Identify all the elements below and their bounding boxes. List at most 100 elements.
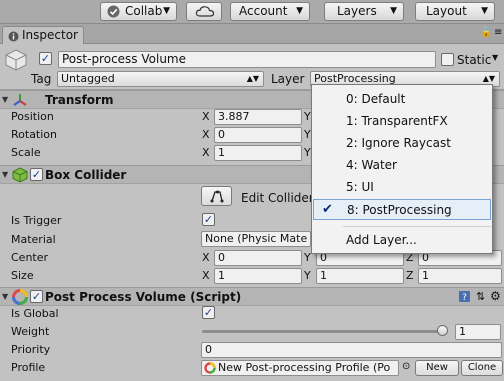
color-wheel-icon — [12, 289, 28, 308]
static-label: Static — [457, 53, 492, 67]
center-x-field[interactable]: 0 — [214, 250, 302, 266]
z-axis-label: Z — [406, 269, 414, 282]
lock-icon[interactable]: 🔒 — [480, 27, 492, 38]
active-checkbox[interactable]: ✓ — [39, 52, 52, 65]
layer-menu-item-ignore-raycast[interactable]: 2: Ignore Raycast — [313, 133, 491, 154]
gameobject-cube-icon — [4, 48, 28, 75]
chevron-down-icon: ▼ — [390, 6, 397, 16]
fold-arrow-icon[interactable]: ▼ — [2, 95, 8, 104]
y-axis-label: Y — [304, 269, 311, 282]
chevron-down-icon: ▼ — [296, 6, 303, 16]
layer-menu-item-default[interactable]: 0: Default — [313, 89, 491, 110]
layer-menu-item-transparentfx[interactable]: 1: TransparentFX — [313, 111, 491, 132]
size-y-field[interactable]: 1 — [316, 268, 404, 284]
svg-text:?: ? — [462, 293, 467, 303]
weight-slider-track[interactable] — [202, 330, 448, 333]
chevron-down-icon: ▼ — [481, 6, 488, 16]
fold-arrow-icon[interactable]: ▼ — [2, 170, 8, 179]
collab-check-icon — [107, 5, 120, 23]
is-global-label: Is Global — [11, 307, 59, 320]
material-field[interactable]: None (Physic Mate — [201, 231, 311, 247]
rotation-label: Rotation — [11, 128, 58, 141]
y-axis-label: Y — [304, 110, 311, 123]
tab-menu-icon[interactable]: ≡ — [494, 27, 502, 38]
tag-value: Untagged — [61, 72, 115, 85]
ppv-enabled-checkbox[interactable]: ✓ — [30, 290, 43, 303]
help-book-icon[interactable]: ? — [458, 290, 471, 306]
tab-bar: Inspector 🔒 ≡ — [0, 24, 504, 44]
weight-slider-thumb[interactable] — [437, 325, 448, 336]
checkmark-icon: ✔ — [322, 202, 333, 217]
edit-collider-icon — [210, 189, 224, 206]
priority-label: Priority — [11, 343, 51, 356]
object-name-field[interactable]: Post-process Volume — [58, 51, 436, 68]
layer-menu-item-postprocessing-label: 8: PostProcessing — [347, 203, 452, 217]
preset-icon[interactable]: ⇅ — [476, 290, 485, 303]
layer-menu-item-water[interactable]: 4: Water — [313, 155, 491, 176]
fold-arrow-icon[interactable]: ▼ — [2, 292, 8, 301]
center-label: Center — [11, 251, 49, 264]
y-axis-label: Y — [304, 251, 311, 264]
is-trigger-label: Is Trigger — [11, 214, 62, 227]
object-picker-icon[interactable]: ⊙ — [402, 361, 410, 372]
layers-dropdown[interactable]: Layers ▼ — [324, 2, 404, 21]
static-checkbox[interactable] — [441, 53, 454, 66]
layer-menu-item-postprocessing[interactable]: ✔ 8: PostProcessing — [313, 199, 491, 220]
layers-label: Layers — [337, 4, 377, 18]
profile-label: Profile — [11, 361, 46, 374]
chevron-down-icon: ▼ — [163, 6, 170, 16]
layer-label: Layer — [271, 72, 305, 86]
y-axis-label: Y — [304, 146, 311, 159]
is-trigger-checkbox[interactable]: ✓ — [202, 213, 215, 226]
box-collider-icon — [12, 167, 28, 186]
box-collider-title: Box Collider — [45, 168, 127, 182]
weight-field[interactable]: 1 — [455, 324, 501, 340]
layout-label: Layout — [426, 4, 467, 18]
new-profile-button[interactable]: New — [415, 360, 459, 376]
x-axis-label: X — [202, 128, 210, 141]
is-global-checkbox[interactable]: ✓ — [202, 306, 215, 319]
collab-label: Collab — [125, 4, 163, 18]
tab-inspector[interactable]: Inspector — [2, 26, 84, 44]
top-toolbar: Collab ▼ Account ▼ Layers ▼ Layout ▼ — [0, 0, 504, 24]
account-label: Account — [239, 4, 288, 18]
post-process-volume-header[interactable]: ▼ ✓ Post Process Volume (Script) ? ⇅ ⚙ — [0, 287, 504, 306]
tag-label: Tag — [31, 72, 52, 86]
scale-x-field[interactable]: 1 — [214, 145, 302, 161]
info-icon — [8, 30, 19, 46]
gear-icon[interactable]: ⚙ — [490, 289, 501, 303]
menu-separator — [343, 226, 491, 227]
ppv-title: Post Process Volume (Script) — [45, 290, 242, 304]
layer-menu-add-layer[interactable]: Add Layer... — [313, 230, 491, 251]
x-axis-label: X — [202, 251, 210, 264]
cloud-button[interactable] — [186, 2, 222, 21]
rotation-x-field[interactable]: 0 — [214, 127, 302, 143]
scale-label: Scale — [11, 146, 41, 159]
profile-asset-icon — [204, 362, 216, 375]
material-label: Material — [11, 233, 56, 246]
x-axis-label: X — [202, 110, 210, 123]
layout-dropdown[interactable]: Layout ▼ — [415, 2, 495, 21]
size-x-field[interactable]: 1 — [214, 268, 302, 284]
position-x-field[interactable]: 3.887 — [214, 109, 302, 125]
tag-dropdown[interactable]: Untagged ▲▼ — [57, 71, 264, 87]
box-collider-enabled-checkbox[interactable]: ✓ — [30, 168, 43, 181]
profile-field[interactable]: New Post-processing Profile (Po — [201, 360, 399, 376]
account-dropdown[interactable]: Account ▼ — [230, 2, 310, 21]
profile-value: New Post-processing Profile (Po — [218, 361, 391, 374]
clone-profile-button[interactable]: Clone — [461, 360, 503, 376]
tab-inspector-label: Inspector — [22, 28, 78, 42]
edit-collider-label: Edit Collider — [241, 191, 314, 205]
cloud-icon — [195, 5, 215, 23]
x-axis-label: X — [202, 146, 210, 159]
edit-collider-button[interactable] — [201, 186, 232, 206]
transform-title: Transform — [45, 93, 114, 107]
layer-menu-item-ui[interactable]: 5: UI — [313, 177, 491, 198]
collab-button[interactable]: Collab ▼ — [100, 2, 177, 21]
static-dropdown-icon[interactable]: ▼ — [492, 53, 498, 62]
layer-dropdown-menu: 0: Default 1: TransparentFX 2: Ignore Ra… — [311, 84, 493, 254]
transform-axis-icon — [12, 92, 28, 111]
size-z-field[interactable]: 1 — [418, 268, 502, 284]
position-label: Position — [11, 110, 54, 123]
priority-field[interactable]: 0 — [201, 342, 502, 358]
